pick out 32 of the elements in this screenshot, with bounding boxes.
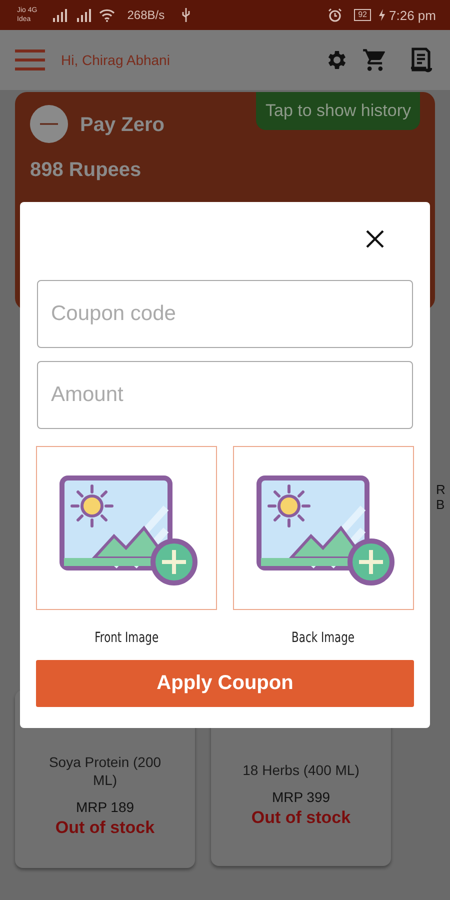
input-field[interactable]: Amount [37, 361, 413, 429]
image-upload[interactable] [233, 446, 414, 610]
image-upload[interactable] [36, 446, 217, 610]
apply-coupon-button[interactable]: Apply Coupon [36, 660, 414, 707]
input-field[interactable]: Coupon code [37, 280, 413, 348]
wifi-icon [99, 8, 116, 22]
close-icon[interactable] [366, 230, 384, 248]
product-price: MRP 189 [76, 799, 134, 815]
receipt-icon[interactable] [410, 47, 432, 73]
signal-icon [51, 8, 68, 22]
signal-icon [75, 8, 92, 22]
network-speed: 268B/s [127, 8, 165, 22]
alarm-icon [328, 8, 342, 22]
product-name: Soya Protein (200 ML) [48, 753, 162, 789]
clock-time: 7:26 pm [389, 8, 436, 22]
usb-icon [180, 8, 191, 22]
cart-icon[interactable] [362, 47, 388, 73]
greeting-text: Hi, Chirag Abhani [61, 52, 170, 68]
battery-level: 92 [354, 9, 372, 21]
history-button[interactable]: Tap to show history [256, 92, 420, 130]
stock-status: Out of stock [55, 818, 155, 838]
wallet-name: Pay Zero [80, 114, 164, 137]
charging-icon [379, 9, 386, 21]
stock-status: Out of stock [251, 808, 351, 828]
product-name: B [436, 497, 446, 512]
upload-label: Back Image [292, 630, 355, 646]
product-name: R [436, 482, 446, 497]
balance-text: 898 Rupees [30, 159, 142, 182]
logo-icon [30, 105, 68, 143]
product-price: MRP 399 [272, 789, 330, 805]
product-name: 18 Herbs (400 ML) [242, 761, 360, 779]
upload-label: Front Image [94, 630, 158, 646]
